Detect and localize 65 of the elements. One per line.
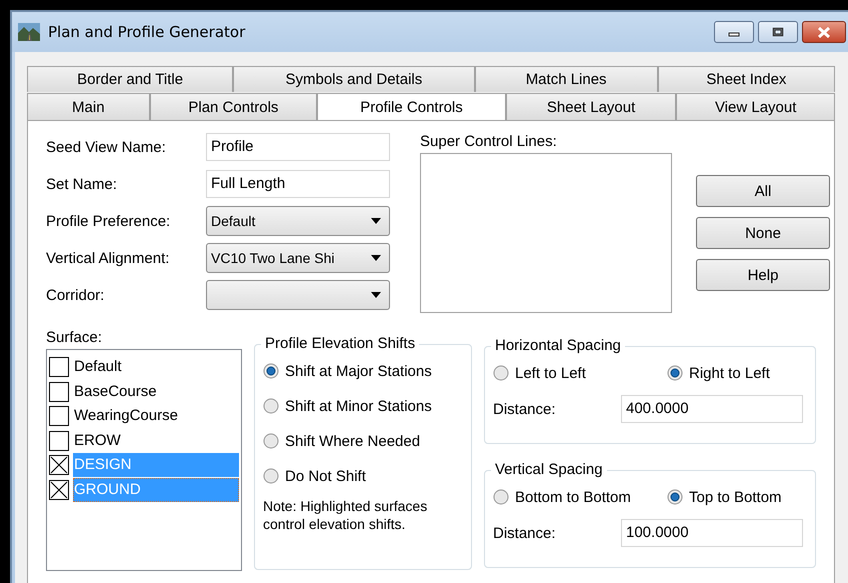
super-control-lines-list[interactable] (420, 153, 672, 313)
checkbox[interactable] (49, 480, 69, 500)
checkbox[interactable] (49, 382, 69, 402)
list-item[interactable]: EROW (73, 428, 239, 453)
radio-option[interactable]: Right to Left (667, 363, 770, 383)
close-button[interactable] (802, 21, 846, 43)
checkbox[interactable] (49, 430, 69, 451)
dropdown[interactable] (206, 280, 390, 310)
field-label: Distance: (493, 524, 557, 542)
note-text: Note: Highlighted surfaces control elevation shifts. (263, 497, 428, 533)
dropdown-arrow-icon (371, 218, 381, 224)
dropdown-arrow-icon (371, 292, 381, 298)
push-button[interactable]: All (696, 175, 830, 207)
tab[interactable]: Main (27, 93, 150, 120)
maximize-icon (772, 27, 784, 37)
tab[interactable]: Match Lines (474, 66, 658, 92)
text-field[interactable]: Full Length (206, 170, 390, 198)
list-label: Surface: (46, 329, 103, 347)
dropdown[interactable]: Default (206, 206, 390, 236)
road-landscape-icon (18, 23, 40, 41)
tab[interactable]: Profile Controls (317, 93, 506, 120)
tab[interactable]: Sheet Layout (506, 93, 676, 120)
surface-list[interactable]: Default BaseCourse WearingCourse EROW DESIGN GROUND (46, 349, 242, 571)
field-label: Profile Preference: (46, 212, 172, 230)
radio-option[interactable]: Shift at Major Stations (263, 361, 463, 381)
distance-field[interactable]: 100.0000 (621, 519, 803, 547)
radio-option[interactable]: Left to Left (493, 363, 643, 383)
list-label: Super Control Lines: (420, 133, 558, 151)
field-label: Vertical Alignment: (46, 250, 170, 266)
group-title: Horizontal Spacing (491, 337, 625, 354)
tab[interactable]: Border and Title (27, 66, 234, 92)
dropdown-value: Default (211, 213, 256, 229)
list-item[interactable]: BaseCourse (73, 380, 239, 404)
field-label: Set Name: (46, 176, 118, 192)
maximize-button[interactable] (758, 21, 798, 43)
radio-option[interactable]: Shift at Minor Stations (263, 396, 463, 416)
radio-option[interactable]: Do Not Shift (263, 466, 463, 486)
checkbox[interactable] (49, 406, 69, 426)
group-title: Vertical Spacing (491, 461, 607, 478)
radio-option[interactable]: Bottom to Bottom (493, 487, 643, 507)
close-icon (817, 26, 831, 38)
minimize-button[interactable] (714, 21, 754, 43)
cross-mark-icon (50, 480, 68, 499)
radio-option[interactable]: Top to Bottom (667, 487, 782, 507)
window-title: Plan and Profile Generator (48, 23, 246, 41)
dropdown-value: VC10 Two Lane Shi (211, 250, 334, 266)
list-item[interactable]: Default (73, 355, 239, 380)
push-button[interactable]: Help (696, 259, 830, 291)
radio-option[interactable]: Shift Where Needed (263, 431, 463, 451)
text-field[interactable]: Profile (206, 133, 390, 161)
push-button[interactable]: None (696, 217, 830, 249)
cross-mark-icon (50, 456, 68, 474)
tab[interactable]: Sheet Index (658, 66, 835, 92)
tab[interactable]: Symbols and Details (233, 66, 474, 92)
dropdown-arrow-icon (371, 255, 381, 261)
checkbox[interactable] (49, 357, 69, 378)
field-label: Corridor: (46, 286, 106, 304)
tab[interactable]: Plan Controls (150, 93, 318, 120)
tab[interactable]: View Layout (676, 93, 835, 120)
field-label: Distance: (493, 400, 557, 418)
distance-field[interactable]: 400.0000 (621, 395, 803, 423)
checkbox[interactable] (49, 455, 69, 476)
list-item[interactable]: WearingCourse (73, 404, 239, 428)
dropdown[interactable]: VC10 Two Lane Shi (206, 243, 390, 273)
field-label: Seed View Name: (46, 138, 167, 156)
